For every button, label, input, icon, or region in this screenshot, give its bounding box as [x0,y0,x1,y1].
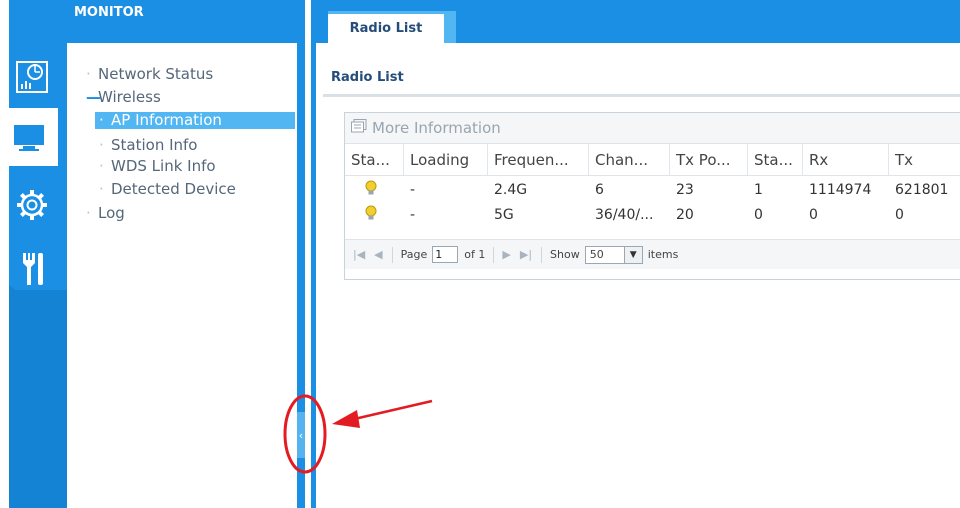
app-window: MONITOR · Network Status —Wireless · AP In… [0,0,960,508]
annotation-circle [283,394,327,474]
annotation-overlay [283,394,433,474]
annotation-arrow [332,399,433,428]
